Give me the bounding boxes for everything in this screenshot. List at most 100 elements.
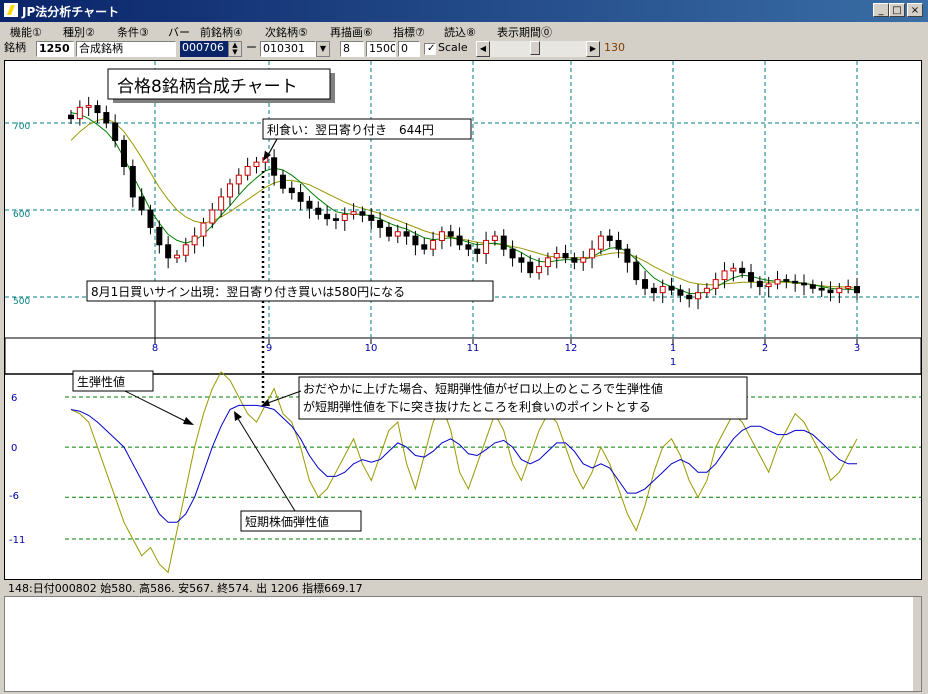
menu-item-function[interactable]: 機能①	[10, 24, 42, 40]
raw-elasticity-label: 生弾性値	[77, 374, 125, 389]
candle-body	[765, 283, 772, 288]
candle-body	[306, 200, 313, 209]
candle-body	[377, 219, 384, 228]
param-3-input[interactable]: 0	[398, 41, 420, 57]
candle-body	[783, 279, 790, 282]
candle-body	[518, 257, 525, 263]
candle-body	[659, 286, 666, 294]
candle-body	[695, 292, 702, 300]
scale-checkbox[interactable]: ✓	[424, 43, 436, 55]
candle-body	[845, 286, 852, 289]
candle-body	[138, 196, 145, 211]
date-spinner[interactable]: ▲ ▼	[228, 41, 242, 57]
candle-body	[156, 226, 163, 246]
candle-body	[580, 257, 587, 263]
window-title: JP法分析チャート	[22, 5, 120, 19]
scale-scroll-thumb[interactable]	[530, 41, 540, 55]
candle-body	[173, 254, 180, 259]
candle-body	[235, 174, 242, 185]
x-tick-label: 1	[670, 343, 676, 354]
x-tick-label: 9	[266, 343, 272, 354]
close-button[interactable]: ×	[907, 3, 923, 17]
candle-body	[218, 196, 225, 211]
x-tick-label: 12	[565, 343, 578, 354]
status-readout: 148:日付000802 始580. 高586. 安567. 終574. 出 1…	[8, 582, 363, 595]
candle-body	[836, 287, 843, 294]
candle-body	[633, 261, 640, 281]
candle-body	[288, 187, 295, 194]
ma-short-path	[70, 112, 858, 294]
app-icon	[4, 3, 18, 17]
menu-item-next-stock[interactable]: 次銘柄⑤	[265, 24, 308, 40]
candle-body	[589, 248, 596, 259]
candle-body	[756, 280, 763, 288]
lower-panel	[4, 596, 922, 692]
y-tick-label: 600	[13, 210, 30, 220]
candle-body	[226, 183, 233, 198]
name-input[interactable]: 合成銘柄	[76, 41, 176, 57]
menu-item-load[interactable]: 読込⑧	[444, 24, 476, 40]
menu-item-bar[interactable]: バー	[168, 24, 190, 40]
candle-body	[721, 270, 728, 281]
menu-item-prev-stock[interactable]: 前銘柄④	[200, 24, 243, 40]
date-input[interactable]: 000706	[180, 41, 228, 57]
candle-body	[191, 235, 198, 246]
candle-body	[730, 267, 737, 272]
ma-long-path	[70, 118, 858, 289]
vertical-scrollbar[interactable]	[913, 597, 921, 691]
candle-body	[182, 244, 189, 256]
candle-body	[677, 289, 684, 296]
y-tick-label: 0	[11, 443, 17, 454]
candle-body	[447, 231, 454, 237]
ma-short-line	[70, 112, 858, 294]
candle-body	[394, 231, 401, 237]
strategy-note-callout: おだやかに上げた場合、短期弾性値がゼロ以上のところで生弾性値 が短期弾性値を下に…	[261, 376, 748, 420]
candle-body	[324, 213, 331, 220]
param-1-input[interactable]: 8	[340, 41, 364, 57]
minimize-button[interactable]: _	[873, 3, 889, 17]
menu-item-type[interactable]: 種別②	[63, 24, 95, 40]
menu-item-redraw[interactable]: 再描画⑥	[330, 24, 373, 40]
candle-body	[85, 105, 92, 108]
candle-body	[801, 282, 808, 286]
chevron-down-icon[interactable]: ▼	[316, 41, 330, 57]
candle-body	[686, 294, 693, 300]
x-sub-label: 1	[670, 357, 676, 368]
scroll-left-button[interactable]: ◀	[476, 41, 490, 57]
candle-body	[606, 235, 613, 241]
candle-body	[315, 207, 322, 215]
chart-svg: 700 600 500 8 9 10 11 12 1 2 3 1 6 0 -6 …	[4, 61, 922, 582]
candle-body	[792, 280, 799, 284]
candle-body	[120, 139, 127, 168]
buy-signal-callout: 8月1日買いサイン出現：翌日寄り付き買いは580円になる	[86, 280, 494, 302]
take-profit-callout: 利食い：翌日寄り付き 644円	[262, 118, 472, 161]
chart-title: 合格8銘柄合成チャート	[117, 77, 298, 97]
scale-scroll-track[interactable]	[490, 41, 586, 57]
candle-body	[615, 239, 622, 250]
menu-item-condition[interactable]: 条件③	[117, 24, 149, 40]
candle-body	[474, 248, 481, 254]
candle-body	[703, 287, 710, 294]
menu-item-display-period[interactable]: 表示期間⓪	[497, 24, 552, 40]
maximize-button[interactable]: □	[889, 3, 905, 17]
menu-item-indicator[interactable]: 指標⑦	[393, 24, 425, 40]
candle-body	[465, 244, 472, 250]
candle-body	[165, 244, 172, 259]
candle-body	[483, 239, 490, 254]
x-tick-label: 3	[854, 343, 860, 354]
candle-body	[244, 166, 251, 176]
candle-body	[103, 112, 110, 124]
code-input[interactable]: 1250	[36, 41, 74, 57]
candle-body	[368, 214, 375, 221]
strategy-note-line2: が短期弾性値を下に突き抜けたところを利食いのポイントとする	[303, 399, 651, 414]
candle-body	[438, 231, 445, 241]
start-date-select[interactable]: 010301	[260, 41, 316, 57]
x-tick-label: 10	[365, 343, 378, 354]
candle-body	[332, 218, 339, 221]
candle-body	[403, 231, 410, 237]
candle-body	[668, 286, 675, 291]
chart-area: 700 600 500 8 9 10 11 12 1 2 3 1 6 0 -6 …	[4, 60, 922, 582]
scroll-right-button[interactable]: ▶	[586, 41, 600, 57]
param-2-input[interactable]: 1500	[366, 41, 396, 57]
candle-body	[209, 209, 216, 224]
